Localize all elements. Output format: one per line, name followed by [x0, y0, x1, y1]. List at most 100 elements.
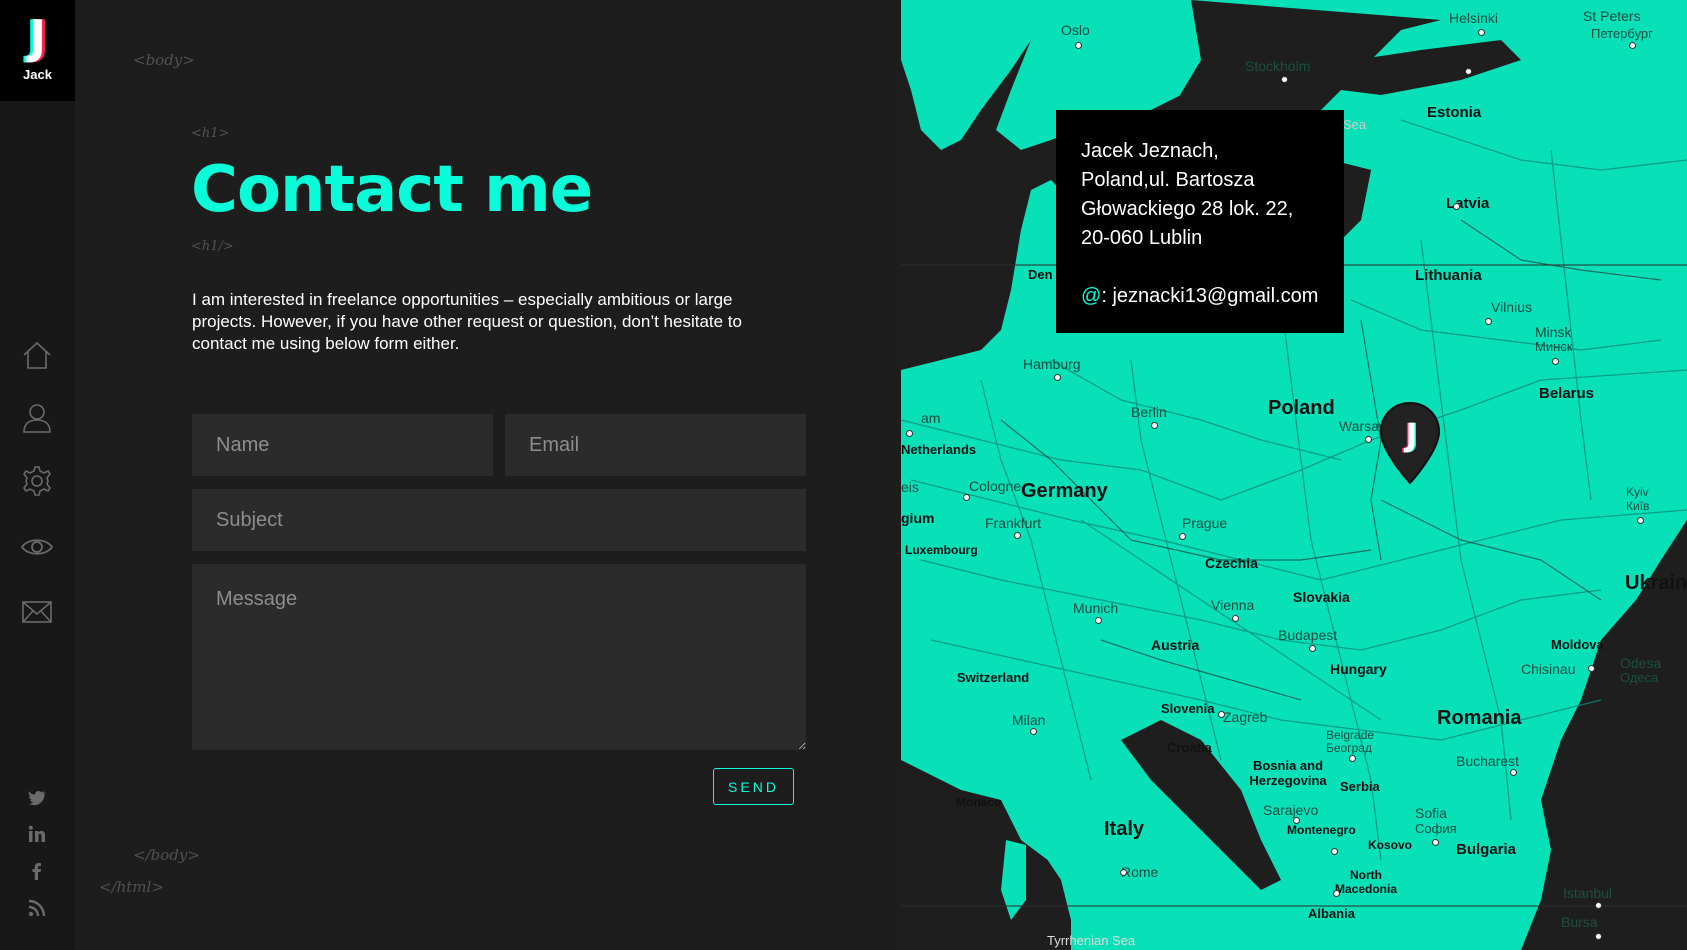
- map-label: Bosnia and Herzegovina: [1249, 758, 1327, 788]
- eye-icon[interactable]: [20, 530, 54, 564]
- intro-text: I am interested in freelance opportuniti…: [192, 290, 742, 353]
- map-label: Slovakia: [1293, 589, 1350, 605]
- svg-text:J: J: [1404, 416, 1418, 454]
- map-label: Montenegro: [1287, 823, 1356, 837]
- map-label: Poland: [1268, 397, 1335, 419]
- map-label: Germany: [1021, 480, 1108, 502]
- map-label: Zagreb: [1223, 709, 1268, 725]
- sidebar: J Jack: [0, 0, 75, 950]
- map-label: Luxembourg: [905, 543, 978, 557]
- map-pin-icon[interactable]: J J J: [1379, 401, 1441, 485]
- map-label: Albania: [1308, 906, 1355, 921]
- twitter-icon[interactable]: [28, 788, 46, 806]
- map-label: Sarajevo: [1263, 802, 1319, 818]
- map-label: Odesa: [1620, 655, 1662, 671]
- city-dot: [1151, 422, 1158, 429]
- map-label: Cologne: [969, 478, 1022, 494]
- map-label: Slovenia: [1161, 701, 1215, 716]
- map-label: Ukraine: [1625, 572, 1687, 594]
- map-label: Bulgaria: [1456, 841, 1517, 858]
- map-label: Київ: [1626, 499, 1650, 513]
- map-label: Croatia: [1167, 740, 1212, 755]
- city-dot: [1595, 933, 1602, 940]
- map-label: Istanbul: [1563, 885, 1613, 901]
- map-label: Минск: [1535, 339, 1573, 354]
- city-dot: [1552, 358, 1559, 365]
- city-dot: [1331, 848, 1338, 855]
- email-link[interactable]: jeznacki13@gmail.com: [1112, 285, 1318, 307]
- name-field[interactable]: [192, 414, 493, 476]
- city-dot: [1030, 728, 1037, 735]
- tag-h1-open: <h1>: [191, 126, 230, 141]
- city-dot: [1054, 374, 1061, 381]
- map-label: Austria: [1151, 637, 1200, 653]
- facebook-icon[interactable]: [28, 862, 46, 880]
- email-field[interactable]: [505, 414, 806, 476]
- map-label: Belgrade: [1326, 728, 1375, 742]
- city-dot: [1595, 902, 1602, 909]
- city-dot: [1309, 645, 1316, 652]
- map-label: Hamburg: [1023, 356, 1081, 372]
- subject-field[interactable]: [192, 489, 806, 551]
- address-line: Jacek Jeznach,: [1081, 140, 1219, 162]
- address-line: 20-060 Lublin: [1081, 227, 1203, 249]
- map-label: Lithuania: [1415, 267, 1482, 284]
- map-label: Одеса: [1620, 670, 1659, 685]
- city-dot: [1485, 318, 1492, 325]
- city-dot: [1014, 532, 1021, 539]
- city-dot: [1075, 42, 1082, 49]
- city-dot: [1432, 839, 1439, 846]
- map-label: Switzerland: [957, 670, 1030, 685]
- map-label: Netherlands: [901, 442, 977, 457]
- map-label: Петербург: [1591, 26, 1653, 41]
- city-dot: [1120, 869, 1127, 876]
- message-field[interactable]: [192, 564, 806, 750]
- city-dot: [1232, 615, 1239, 622]
- map-label: eis: [901, 479, 919, 495]
- address-card: Jacek Jeznach, Poland,ul. Bartosza Głowa…: [1056, 110, 1344, 333]
- map-label: St Peters: [1583, 8, 1641, 24]
- user-icon[interactable]: [20, 401, 54, 435]
- map-label: Romania: [1437, 707, 1522, 729]
- home-icon[interactable]: [20, 338, 54, 372]
- city-dot: [1637, 517, 1644, 524]
- address-line: Poland,ul. Bartosza: [1081, 169, 1255, 191]
- rss-icon[interactable]: [28, 899, 46, 917]
- at-icon: @: [1081, 285, 1102, 307]
- city-dot: [1453, 203, 1460, 210]
- email-line: @: jeznacki13@gmail.com: [1081, 282, 1322, 311]
- city-dot: [1588, 665, 1595, 672]
- map-label: Serbia: [1340, 779, 1380, 794]
- logo-name: Jack: [23, 67, 52, 82]
- map-label: Helsinki: [1449, 10, 1499, 26]
- logo[interactable]: J Jack: [0, 0, 75, 101]
- map-label: Monaco: [956, 795, 1002, 809]
- tag-body-close: </body>: [133, 846, 200, 864]
- map-label: Vienna: [1211, 597, 1255, 613]
- city-dot: [1179, 533, 1186, 540]
- map-label: Frankfurt: [985, 515, 1042, 531]
- city-dot: [1095, 617, 1102, 624]
- map-label: Hungary: [1330, 661, 1387, 677]
- city-dot: [1349, 755, 1356, 762]
- address-line: Głowackiego 28 lok. 22,: [1081, 198, 1294, 220]
- envelope-icon[interactable]: [20, 595, 54, 629]
- logo-letter: J: [28, 10, 47, 64]
- city-dot: [1281, 76, 1288, 83]
- tag-body-open: <body>: [133, 51, 195, 69]
- city-dot: [906, 430, 913, 437]
- gear-icon[interactable]: [20, 464, 54, 498]
- map-label: Estonia: [1427, 104, 1482, 121]
- map-label: Belarus: [1539, 385, 1595, 402]
- map-label: Београд: [1326, 741, 1372, 755]
- map-label: Den: [1028, 267, 1053, 282]
- linkedin-icon[interactable]: [28, 825, 46, 843]
- map-label: Minsk: [1535, 324, 1572, 340]
- map-label: Bursa: [1561, 914, 1598, 930]
- map-label: Bucharest: [1456, 753, 1520, 769]
- send-button[interactable]: SEND: [713, 768, 794, 805]
- map-label: Kyiv: [1626, 485, 1649, 499]
- map-label: Italy: [1104, 818, 1145, 840]
- email-separator: :: [1101, 285, 1113, 307]
- map-label: Vilnius: [1491, 299, 1532, 315]
